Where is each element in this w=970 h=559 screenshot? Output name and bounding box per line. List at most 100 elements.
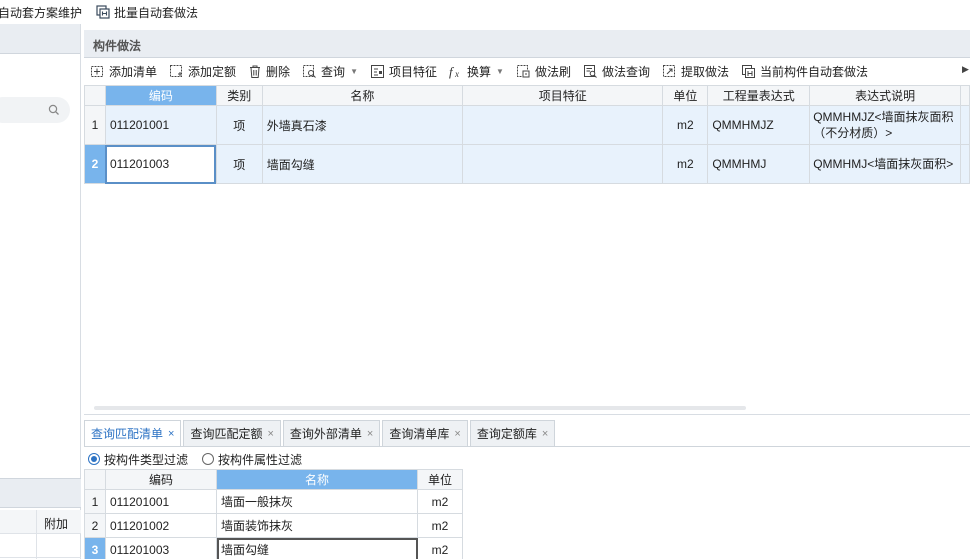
search-icon[interactable] xyxy=(48,104,60,116)
column-header-category[interactable]: 类别 xyxy=(215,85,263,106)
close-icon[interactable]: × xyxy=(367,428,373,440)
column-header-unit[interactable]: 单位 xyxy=(417,469,463,490)
function-fx-icon: fx xyxy=(449,64,459,79)
query-icon xyxy=(303,65,316,78)
cell-code[interactable]: 011201001 xyxy=(105,489,217,514)
column-header-unit[interactable]: 单位 xyxy=(662,85,709,106)
tab-label: 查询匹配清单 xyxy=(91,427,164,441)
cell-unit[interactable]: m2 xyxy=(662,144,709,184)
convert-button[interactable]: fx 换算 ▼ xyxy=(443,58,510,86)
tab-query-external-list[interactable]: 查询外部清单 × xyxy=(282,420,381,446)
table-row[interactable]: 3 011201003 墙面勾缝 m2 xyxy=(84,537,463,559)
table-header-row: 编码 类别 名称 项目特征 单位 工程量表达式 表达式说明 xyxy=(84,85,970,106)
close-icon[interactable]: × xyxy=(168,428,174,440)
cell-name[interactable]: 墙面勾缝 xyxy=(261,144,464,184)
cell-unit[interactable]: m2 xyxy=(417,489,463,514)
close-icon[interactable]: × xyxy=(267,428,273,440)
cell-unit[interactable]: m2 xyxy=(417,537,463,559)
table-header-row: 编码 名称 单位 xyxy=(84,469,463,490)
delete-label: 删除 xyxy=(266,65,291,79)
query-button[interactable]: 查询 ▼ xyxy=(296,58,364,86)
batch-auto-apply-menu[interactable]: 批量自动套做法 xyxy=(88,0,204,24)
add-list-button[interactable]: 添加清单 xyxy=(84,58,163,86)
tab-query-matching-quota[interactable]: 查询匹配定额 × xyxy=(183,420,281,446)
filter-by-type-radio[interactable]: 按构件类型过滤 xyxy=(88,451,188,468)
cell-code[interactable]: 011201003 xyxy=(105,537,217,559)
left-grid-row[interactable] xyxy=(0,534,81,558)
left-grid-extra-header: 附加 xyxy=(44,517,69,531)
item-feature-button[interactable]: 项目特征 xyxy=(364,58,443,86)
query-tabs: 查询匹配清单 × 查询匹配定额 × 查询外部清单 × 查询清单库 × 查询定额库 × xyxy=(84,420,557,446)
add-list-icon xyxy=(91,66,103,77)
tab-query-matching-list[interactable]: 查询匹配清单 × xyxy=(84,420,182,446)
cell-feature[interactable] xyxy=(462,105,664,145)
table-row[interactable]: 2 011201002 墙面装饰抹灰 m2 xyxy=(84,513,463,538)
tab-label: 查询匹配定额 xyxy=(190,427,263,441)
tab-query-list-library[interactable]: 查询清单库 × xyxy=(382,420,468,446)
method-toolbar: 添加清单 添加定额 删除 查询 ▼ 项目特征 fx 换算 ▼ 做法刷 做法查询 … xyxy=(84,58,970,86)
filter-by-attribute-radio[interactable]: 按构件属性过滤 xyxy=(202,451,302,468)
cell-code[interactable]: 011201003 xyxy=(104,144,217,184)
method-brush-label: 做法刷 xyxy=(534,65,571,79)
left-attribute-grid: 附加 xyxy=(0,510,81,559)
cell-category[interactable]: 项 xyxy=(215,144,263,184)
method-table: 编码 类别 名称 项目特征 单位 工程量表达式 表达式说明 1 01120100… xyxy=(84,85,970,184)
filter-by-attribute-label: 按构件属性过滤 xyxy=(218,452,303,467)
row-index-header xyxy=(84,469,106,490)
cell-expression[interactable]: QMMHMJ xyxy=(707,144,811,184)
row-index[interactable]: 3 xyxy=(84,537,106,559)
cell-feature[interactable] xyxy=(462,144,664,184)
toolbar-overflow-arrow[interactable]: ▶ xyxy=(962,64,970,80)
column-header-description[interactable]: 表达式说明 xyxy=(809,85,961,106)
column-header-name[interactable]: 名称 xyxy=(216,469,418,490)
cell-code[interactable]: 011201001 xyxy=(104,105,217,145)
column-header-code[interactable]: 编码 xyxy=(105,469,217,490)
cell-filler xyxy=(959,105,970,145)
current-auto-apply-button[interactable]: 当前构件自动套做法 xyxy=(735,58,874,86)
radio-unchecked-icon[interactable] xyxy=(202,453,215,465)
tabs-baseline xyxy=(84,446,970,447)
auto-apply-scheme-menu[interactable]: 自动套方案维护 xyxy=(0,0,88,24)
horizontal-scrollbar[interactable] xyxy=(94,406,746,410)
cell-name[interactable]: 外墙真石漆 xyxy=(261,105,464,145)
column-header-expression[interactable]: 工程量表达式 xyxy=(707,85,811,106)
radio-checked-icon[interactable] xyxy=(88,453,100,465)
table-row[interactable]: 1 011201001 项 外墙真石漆 m2 QMMHMJZ QMMHMJZ<墙… xyxy=(84,105,970,145)
cell-code[interactable]: 011201002 xyxy=(105,513,217,538)
extract-method-button[interactable]: 提取做法 xyxy=(656,58,735,86)
trash-icon xyxy=(250,65,261,78)
chevron-down-icon[interactable]: ▼ xyxy=(496,67,504,76)
tab-query-quota-library[interactable]: 查询定额库 × xyxy=(469,420,556,446)
close-icon[interactable]: × xyxy=(542,428,548,440)
chevron-down-icon[interactable]: ▼ xyxy=(350,67,358,76)
cell-name[interactable]: 墙面一般抹灰 xyxy=(216,489,418,514)
table-row[interactable]: 2 011201003 项 墙面勾缝 m2 QMMHMJ QMMHMJ<墙面抹灰… xyxy=(84,144,970,184)
cell-name[interactable]: 墙面勾缝 xyxy=(216,537,418,559)
delete-button[interactable]: 删除 xyxy=(242,58,296,86)
close-icon[interactable]: × xyxy=(454,428,460,440)
column-header-name[interactable]: 名称 xyxy=(261,85,464,106)
cell-category[interactable]: 项 xyxy=(215,105,263,145)
column-header-code[interactable]: 编码 xyxy=(104,85,217,106)
method-brush-button[interactable]: 做法刷 xyxy=(510,58,577,86)
component-method-panel: 构件做法 添加清单 添加定额 删除 查询 ▼ 项目特征 fx 换算 ▼ 做法刷 … xyxy=(84,30,970,559)
cell-name[interactable]: 墙面装饰抹灰 xyxy=(216,513,418,538)
row-index[interactable]: 2 xyxy=(84,513,106,538)
left-grid-header: 附加 xyxy=(0,510,81,534)
column-header-feature[interactable]: 项目特征 xyxy=(462,85,664,106)
cell-description[interactable]: QMMHMJZ<墙面抹灰面积（不分材质）> xyxy=(809,105,961,145)
left-search-input[interactable] xyxy=(0,97,70,123)
tab-label: 查询定额库 xyxy=(476,427,537,441)
add-quota-button[interactable]: 添加定额 xyxy=(163,58,242,86)
method-query-button[interactable]: 做法查询 xyxy=(577,58,656,86)
row-index[interactable]: 2 xyxy=(84,144,106,184)
cell-unit[interactable]: m2 xyxy=(662,105,709,145)
cell-expression[interactable]: QMMHMJZ xyxy=(707,105,811,145)
cell-description[interactable]: QMMHMJ<墙面抹灰面积> xyxy=(809,144,961,184)
cell-unit[interactable]: m2 xyxy=(417,513,463,538)
row-index[interactable]: 1 xyxy=(84,105,106,145)
row-index[interactable]: 1 xyxy=(84,489,106,514)
item-feature-icon xyxy=(370,65,384,78)
auto-apply-scheme-label: 自动套方案维护 xyxy=(0,5,83,20)
table-row[interactable]: 1 011201001 墙面一般抹灰 m2 xyxy=(84,489,463,514)
